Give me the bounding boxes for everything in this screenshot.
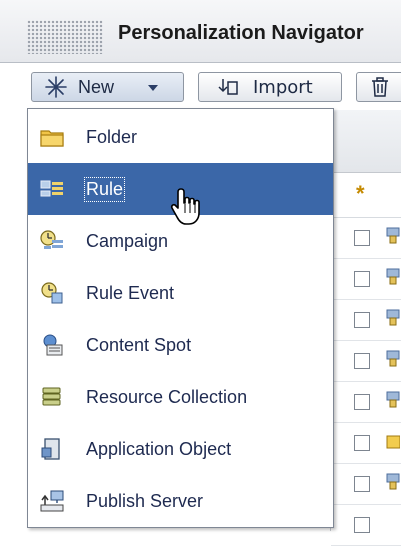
menu-item-label: Application Object <box>86 438 232 459</box>
content-spot-icon <box>43 334 63 356</box>
new-button[interactable]: New <box>31 72 184 102</box>
rule-icon <box>386 268 400 285</box>
table-row[interactable] <box>331 423 401 464</box>
import-icon <box>217 78 239 98</box>
resource-collection-icon <box>42 387 61 406</box>
row-checkbox[interactable] <box>354 230 370 246</box>
title-bar: Personalization Navigator <box>0 0 401 63</box>
row-checkbox[interactable] <box>354 312 370 328</box>
import-button-label: Import <box>253 76 313 98</box>
items-table: * <box>330 110 401 546</box>
table-row[interactable] <box>331 505 401 546</box>
menu-item-application-object[interactable]: Application Object <box>28 423 333 475</box>
menu-item-label: Rule <box>83 176 126 202</box>
row-checkbox[interactable] <box>354 271 370 287</box>
menu-item-resource-collection[interactable]: Resource Collection <box>28 371 333 423</box>
row-checkbox[interactable] <box>354 394 370 410</box>
rule-icon <box>386 309 400 326</box>
table-row[interactable] <box>331 341 401 382</box>
table-row[interactable] <box>331 300 401 341</box>
rule-icon <box>386 473 400 490</box>
menu-item-label: Resource Collection <box>86 386 248 407</box>
row-checkbox[interactable] <box>354 435 370 451</box>
menu-item-label: Publish Server <box>86 490 204 511</box>
trash-icon <box>371 77 389 97</box>
chevron-down-icon <box>147 84 159 92</box>
new-dropdown-menu: Folder Rule Campaign Rule Event Content … <box>27 108 334 528</box>
folder-icon <box>386 435 400 449</box>
publish-server-icon <box>40 490 64 512</box>
drag-grip[interactable] <box>27 20 103 54</box>
menu-item-rule-event[interactable]: Rule Event <box>28 267 333 319</box>
menu-item-label: Campaign <box>86 230 169 251</box>
toolbar: New Import <box>0 63 401 109</box>
hand-cursor-icon <box>170 188 200 225</box>
new-row[interactable]: * <box>331 173 401 218</box>
new-row-marker: * <box>356 181 365 206</box>
new-star-icon <box>44 76 68 98</box>
new-button-label: New <box>78 76 115 97</box>
table-row[interactable] <box>331 259 401 300</box>
application-object-icon <box>41 438 60 460</box>
rule-icon <box>386 227 400 244</box>
rule-icon <box>386 391 400 408</box>
menu-item-label: Folder <box>86 126 138 147</box>
table-row[interactable] <box>331 218 401 259</box>
table-header <box>331 110 401 173</box>
rule-icon <box>386 350 400 367</box>
rule-icon <box>40 180 63 197</box>
table-row[interactable] <box>331 382 401 423</box>
menu-item-publish-server[interactable]: Publish Server <box>28 475 333 527</box>
menu-item-content-spot[interactable]: Content Spot <box>28 319 333 371</box>
menu-item-label: Rule Event <box>86 282 175 303</box>
window-title: Personalization Navigator <box>118 22 364 44</box>
rule-event-icon <box>41 282 63 304</box>
menu-item-folder[interactable]: Folder <box>28 111 333 163</box>
table-row[interactable] <box>331 464 401 505</box>
menu-item-label: Content Spot <box>86 334 192 355</box>
row-checkbox[interactable] <box>354 353 370 369</box>
folder-icon <box>40 130 64 147</box>
delete-button[interactable] <box>356 72 401 102</box>
import-button[interactable]: Import <box>198 72 342 102</box>
row-checkbox[interactable] <box>354 476 370 492</box>
campaign-icon <box>40 230 63 249</box>
